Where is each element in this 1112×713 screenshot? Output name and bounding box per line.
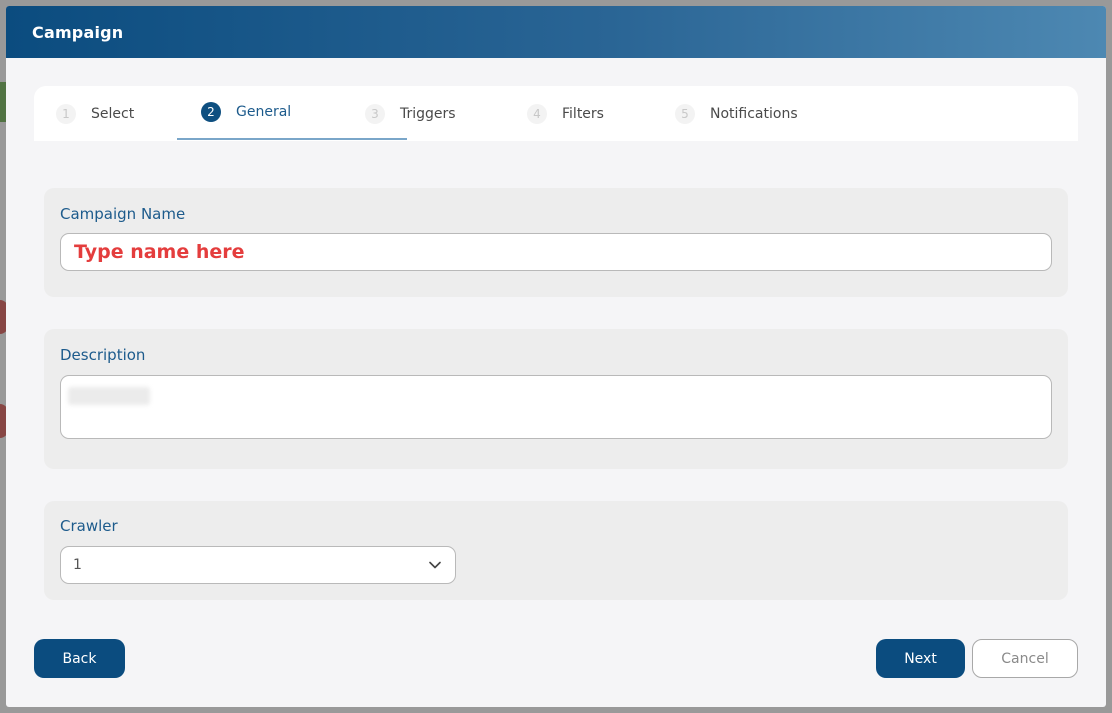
step-label: Notifications	[710, 105, 798, 122]
next-button[interactable]: Next	[876, 639, 965, 678]
step-label: Select	[91, 105, 135, 122]
step-label: General	[236, 104, 292, 120]
crawler-select[interactable]: 1	[60, 546, 456, 584]
redacted-text	[68, 387, 150, 405]
crawler-label: Crawler	[60, 517, 118, 535]
campaign-name-section: Campaign Name	[44, 188, 1068, 297]
chevron-down-icon	[429, 561, 441, 569]
step-triggers[interactable]: 3 Triggers	[365, 86, 527, 141]
description-section: Description	[44, 329, 1068, 469]
modal-header: Campaign	[6, 6, 1106, 58]
crawler-section: Crawler 1	[44, 501, 1068, 600]
step-number: 5	[675, 103, 695, 124]
step-label: Filters	[562, 105, 604, 122]
description-input[interactable]	[60, 375, 1052, 439]
step-number: 4	[527, 103, 547, 124]
step-number: 3	[365, 103, 385, 124]
back-button[interactable]: Back	[34, 639, 125, 678]
step-filters[interactable]: 4 Filters	[527, 86, 675, 141]
step-notifications[interactable]: 5 Notifications	[675, 86, 798, 141]
campaign-name-input[interactable]	[60, 233, 1052, 271]
description-label: Description	[60, 346, 146, 364]
step-number: 2	[201, 102, 221, 122]
step-number: 1	[56, 103, 76, 124]
modal-title: Campaign	[32, 22, 124, 42]
campaign-name-label: Campaign Name	[60, 205, 186, 223]
wizard-stepper: 1 Select 2 General 3 Triggers 4 Filters …	[34, 86, 1078, 141]
step-label: Triggers	[400, 105, 456, 122]
campaign-modal: Campaign 1 Select 2 General 3 Triggers 4…	[6, 6, 1106, 707]
cancel-button[interactable]: Cancel	[972, 639, 1078, 678]
step-general[interactable]: 2 General	[177, 85, 407, 140]
step-select[interactable]: 1 Select	[56, 86, 201, 141]
crawler-selected-value: 1	[73, 557, 82, 573]
